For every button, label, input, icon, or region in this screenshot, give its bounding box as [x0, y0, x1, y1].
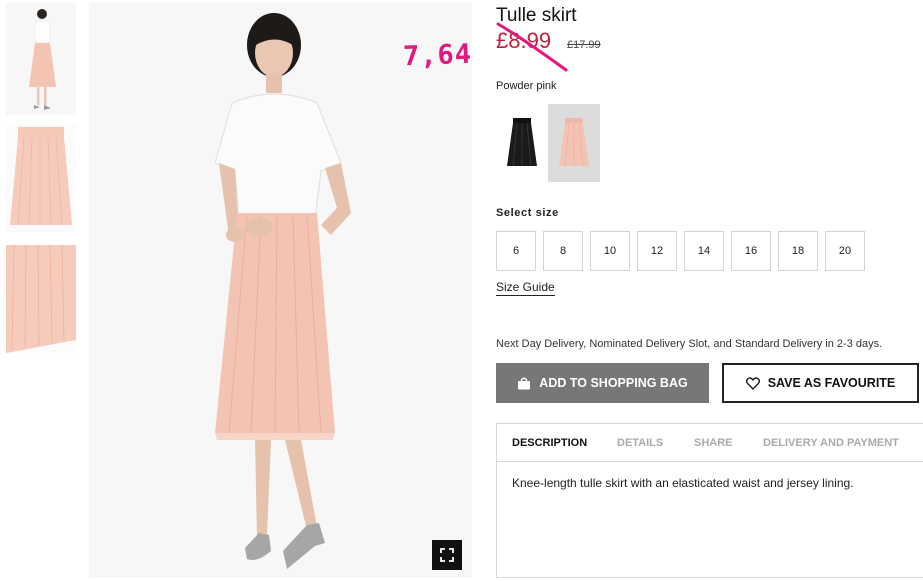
tab-details[interactable]: DETAILS [617, 437, 663, 449]
thumbnail-skirt-detail[interactable] [6, 245, 76, 353]
product-info-panel: DESCRIPTION DETAILS SHARE DELIVERY AND P… [496, 423, 923, 578]
size-option-12[interactable]: 12 [637, 231, 677, 271]
thumbnail-detail-image [6, 245, 76, 353]
pink-skirt-swatch-image [559, 118, 589, 167]
model-wearing-skirt [214, 13, 351, 569]
size-option-14[interactable]: 14 [684, 231, 724, 271]
color-swatch-powder-pink[interactable] [548, 104, 600, 182]
delivery-note: Next Day Delivery, Nominated Delivery Sl… [496, 338, 883, 350]
thumbnail-model-image [29, 9, 56, 110]
color-swatch-black[interactable] [496, 104, 548, 182]
main-product-image[interactable] [89, 3, 472, 578]
black-skirt-swatch-image [507, 118, 537, 167]
save-as-favourite-button[interactable]: SAVE AS FAVOURITE [722, 363, 919, 403]
size-option-6[interactable]: 6 [496, 231, 536, 271]
size-option-18[interactable]: 18 [778, 231, 818, 271]
thumbnail-full-outfit[interactable] [6, 3, 76, 115]
size-option-8[interactable]: 8 [543, 231, 583, 271]
save-as-favourite-label: SAVE AS FAVOURITE [767, 376, 896, 390]
handwritten-price-note: 7,64 [402, 38, 473, 73]
product-title: Tulle skirt [496, 5, 577, 26]
thumbnail-skirt-front[interactable] [6, 125, 76, 232]
old-price: £17.99 [567, 39, 601, 51]
shopping-bag-icon [518, 377, 531, 389]
select-size-label: Select size [496, 207, 559, 219]
thumbnail-skirt-image [10, 127, 72, 226]
tab-delivery-and-payment[interactable]: DELIVERY AND PAYMENT [763, 437, 899, 449]
expand-icon [440, 548, 454, 562]
heart-icon [745, 376, 760, 390]
size-option-20[interactable]: 20 [825, 231, 865, 271]
zoom-button[interactable] [432, 540, 462, 570]
size-option-16[interactable]: 16 [731, 231, 771, 271]
color-name: Powder pink [496, 80, 557, 92]
size-option-10[interactable]: 10 [590, 231, 630, 271]
size-guide-link[interactable]: Size Guide [496, 280, 555, 296]
description-text: Knee-length tulle skirt with an elastica… [512, 476, 854, 490]
info-tab-bar: DESCRIPTION DETAILS SHARE DELIVERY AND P… [497, 424, 923, 462]
add-to-bag-label: ADD TO SHOPPING BAG [539, 376, 688, 390]
add-to-bag-button[interactable]: ADD TO SHOPPING BAG [496, 363, 709, 403]
tab-share[interactable]: SHARE [694, 437, 733, 449]
sale-price: £8.99 [496, 28, 552, 53]
tab-description[interactable]: DESCRIPTION [512, 437, 587, 449]
